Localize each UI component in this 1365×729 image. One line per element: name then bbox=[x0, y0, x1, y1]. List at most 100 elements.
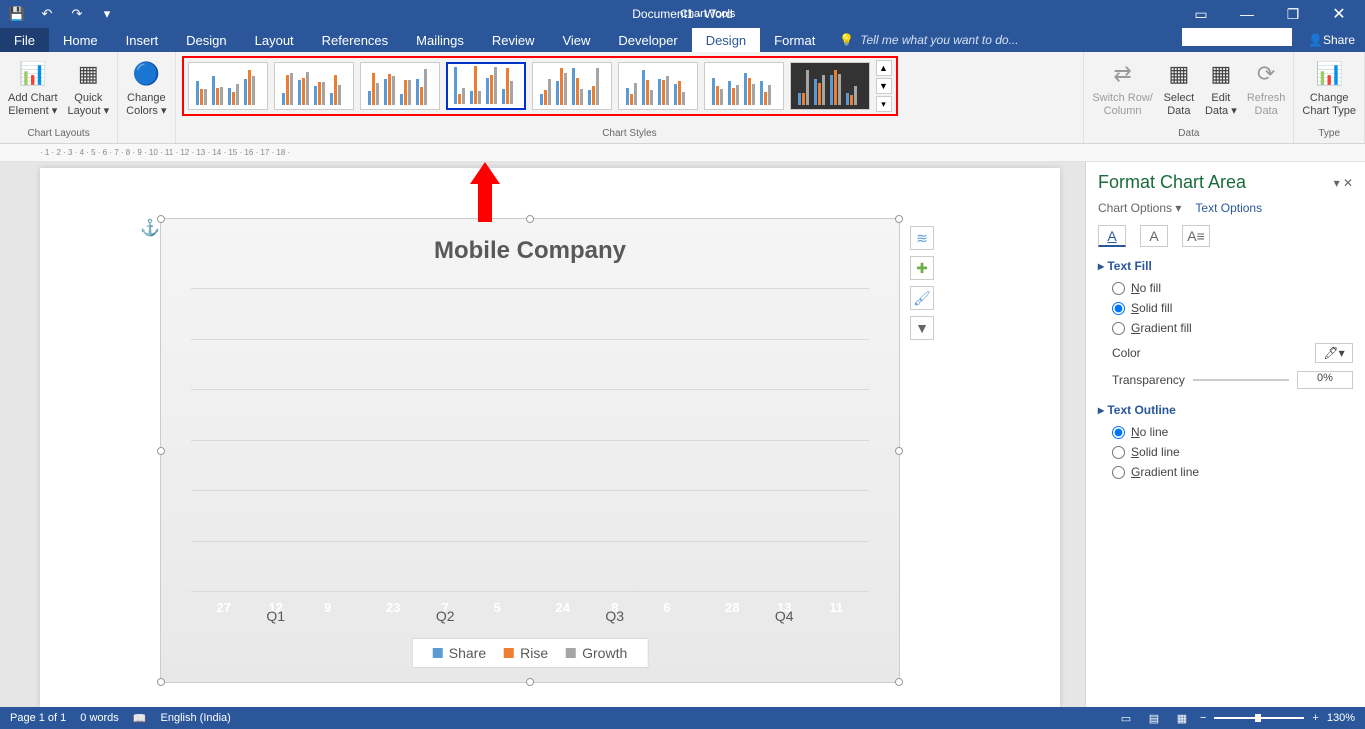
chart-style-4[interactable] bbox=[446, 62, 526, 110]
work-area: ⚓ Mobile Company 2712923752486281311 Q1Q… bbox=[0, 162, 1365, 707]
save-icon[interactable]: 💾 bbox=[6, 3, 28, 25]
tab-review[interactable]: Review bbox=[478, 28, 549, 52]
text-fill-section[interactable]: ▸ Text Fill bbox=[1098, 259, 1353, 273]
tab-layout[interactable]: Layout bbox=[241, 28, 308, 52]
text-outline-section[interactable]: ▸ Text Outline bbox=[1098, 403, 1353, 417]
qat-more-icon[interactable]: ▾ bbox=[96, 3, 118, 25]
format-chart-area-pane: Format Chart Area ▾ ✕ Chart Options ▾ Tex… bbox=[1085, 162, 1365, 707]
solid-line-radio[interactable]: Solid line bbox=[1112, 445, 1353, 459]
redo-icon[interactable]: ↷ bbox=[66, 3, 88, 25]
tab-references[interactable]: References bbox=[308, 28, 402, 52]
read-mode-icon[interactable]: ▭ bbox=[1116, 710, 1136, 726]
quick-layout-icon: ▦ bbox=[72, 58, 104, 90]
gradient-line-radio[interactable]: Gradient line bbox=[1112, 465, 1353, 479]
gallery-more-icon[interactable]: ▾ bbox=[876, 96, 892, 112]
tab-home[interactable]: Home bbox=[49, 28, 112, 52]
chart-elements-button[interactable]: ≋ bbox=[910, 226, 934, 250]
switch-icon: ⇄ bbox=[1107, 58, 1139, 90]
undo-icon[interactable]: ↶ bbox=[36, 3, 58, 25]
chart-style-8[interactable] bbox=[790, 62, 870, 110]
refresh-data-button: ⟳Refresh Data bbox=[1245, 56, 1288, 120]
change-colors-button[interactable]: 🔵Change Colors ▾ bbox=[124, 56, 168, 120]
no-line-radio[interactable]: No line bbox=[1112, 425, 1353, 439]
chart-options-tab[interactable]: Chart Options ▾ bbox=[1098, 201, 1181, 215]
refresh-icon: ⟳ bbox=[1250, 58, 1282, 90]
chart-styles-button[interactable]: 🖌 bbox=[910, 286, 934, 310]
text-fill-outline-icon[interactable]: A bbox=[1098, 225, 1126, 247]
tab-chart-format[interactable]: Format bbox=[760, 28, 829, 52]
tab-insert[interactable]: Insert bbox=[112, 28, 173, 52]
restore-icon[interactable]: ❐ bbox=[1275, 2, 1311, 26]
color-picker-button[interactable]: 🖊▾ bbox=[1315, 343, 1353, 363]
pane-options-icon[interactable]: ▾ bbox=[1334, 176, 1340, 190]
solid-fill-radio[interactable]: Solid fill bbox=[1112, 301, 1353, 315]
web-layout-icon[interactable]: ▦ bbox=[1172, 710, 1192, 726]
group-chart-styles: ▲ ▼ ▾ Chart Styles bbox=[176, 52, 1085, 143]
share-button[interactable]: 👤 Share bbox=[1298, 28, 1365, 52]
group-change-colors: 🔵Change Colors ▾ bbox=[118, 52, 175, 143]
minimize-icon[interactable]: — bbox=[1229, 2, 1265, 26]
add-chart-element-button[interactable]: 📊Add Chart Element ▾ bbox=[6, 56, 60, 120]
tab-chart-design[interactable]: Design bbox=[692, 28, 760, 52]
pane-close-icon[interactable]: ✕ bbox=[1343, 176, 1353, 190]
pane-title: Format Chart Area bbox=[1098, 172, 1246, 193]
tab-view[interactable]: View bbox=[548, 28, 604, 52]
tab-mailings[interactable]: Mailings bbox=[402, 28, 478, 52]
zoom-out-icon[interactable]: − bbox=[1200, 712, 1206, 724]
group-label: Chart Layouts bbox=[27, 128, 89, 141]
chart-legend[interactable]: Share Rise Growth bbox=[412, 638, 649, 668]
chart-style-1[interactable] bbox=[188, 62, 268, 110]
chart-title[interactable]: Mobile Company bbox=[161, 219, 899, 275]
chart-styles-gallery: ▲ ▼ ▾ bbox=[182, 56, 898, 116]
annotation-arrow bbox=[470, 162, 500, 222]
page-indicator[interactable]: Page 1 of 1 bbox=[10, 712, 66, 724]
switch-row-column-button: ⇄Switch Row/ Column bbox=[1090, 56, 1155, 120]
word-count[interactable]: 0 words bbox=[80, 712, 119, 724]
ribbon-options-icon[interactable]: ▭ bbox=[1183, 2, 1219, 26]
chart-filters-button[interactable]: ▼ bbox=[910, 316, 934, 340]
chart-style-5[interactable] bbox=[532, 62, 612, 110]
legend-item-rise: Rise bbox=[504, 645, 548, 661]
tab-file[interactable]: File bbox=[0, 28, 49, 52]
chart-type-icon: 📊 bbox=[1313, 58, 1345, 90]
text-options-tab[interactable]: Text Options bbox=[1195, 201, 1262, 215]
chart-style-7[interactable] bbox=[704, 62, 784, 110]
gallery-down-icon[interactable]: ▼ bbox=[876, 78, 892, 94]
select-data-button[interactable]: ▦Select Data bbox=[1161, 56, 1197, 120]
edit-data-icon: ▦ bbox=[1205, 58, 1237, 90]
spell-check-icon[interactable]: 📖 bbox=[133, 712, 147, 725]
chart-style-6[interactable] bbox=[618, 62, 698, 110]
edit-data-button[interactable]: ▦Edit Data ▾ bbox=[1203, 56, 1239, 120]
horizontal-ruler[interactable]: · 1 · 2 · 3 · 4 · 5 · 6 · 7 · 8 · 9 · 10… bbox=[0, 144, 1365, 162]
zoom-slider[interactable] bbox=[1214, 717, 1304, 719]
chart-style-2[interactable] bbox=[274, 62, 354, 110]
transparency-input[interactable]: 0% bbox=[1297, 371, 1353, 389]
chart-area[interactable]: Mobile Company 2712923752486281311 Q1Q2Q… bbox=[160, 218, 900, 683]
transparency-slider[interactable] bbox=[1193, 379, 1289, 381]
textbox-icon[interactable]: A≡ bbox=[1182, 225, 1210, 247]
zoom-level[interactable]: 130% bbox=[1327, 712, 1355, 724]
no-fill-radio[interactable]: No fill bbox=[1112, 281, 1353, 295]
plot-area[interactable]: 2712923752486281311 bbox=[191, 289, 869, 592]
gradient-fill-radio[interactable]: Gradient fill bbox=[1112, 321, 1353, 335]
text-effects-icon[interactable]: A bbox=[1140, 225, 1168, 247]
group-label: Type bbox=[1318, 128, 1340, 141]
tab-developer[interactable]: Developer bbox=[604, 28, 691, 52]
close-icon[interactable]: ✕ bbox=[1321, 2, 1357, 26]
gallery-up-icon[interactable]: ▲ bbox=[876, 60, 892, 76]
quick-layout-button[interactable]: ▦Quick Layout ▾ bbox=[66, 56, 112, 120]
change-chart-type-button[interactable]: 📊Change Chart Type bbox=[1300, 56, 1358, 120]
ribbon: 📊Add Chart Element ▾ ▦Quick Layout ▾ Cha… bbox=[0, 52, 1365, 144]
language-indicator[interactable]: English (India) bbox=[161, 712, 231, 724]
document-view[interactable]: ⚓ Mobile Company 2712923752486281311 Q1Q… bbox=[0, 162, 1085, 707]
zoom-in-icon[interactable]: + bbox=[1312, 712, 1318, 724]
print-layout-icon[interactable]: ▤ bbox=[1144, 710, 1164, 726]
search-input[interactable] bbox=[1182, 28, 1292, 46]
color-label: Color bbox=[1112, 346, 1141, 360]
group-label: Chart Styles bbox=[602, 128, 656, 141]
legend-item-growth: Growth bbox=[566, 645, 627, 661]
tab-design[interactable]: Design bbox=[172, 28, 240, 52]
tell-me-box[interactable]: 💡Tell me what you want to do... bbox=[829, 28, 1182, 52]
chart-add-button[interactable]: ✚ bbox=[910, 256, 934, 280]
chart-style-3[interactable] bbox=[360, 62, 440, 110]
